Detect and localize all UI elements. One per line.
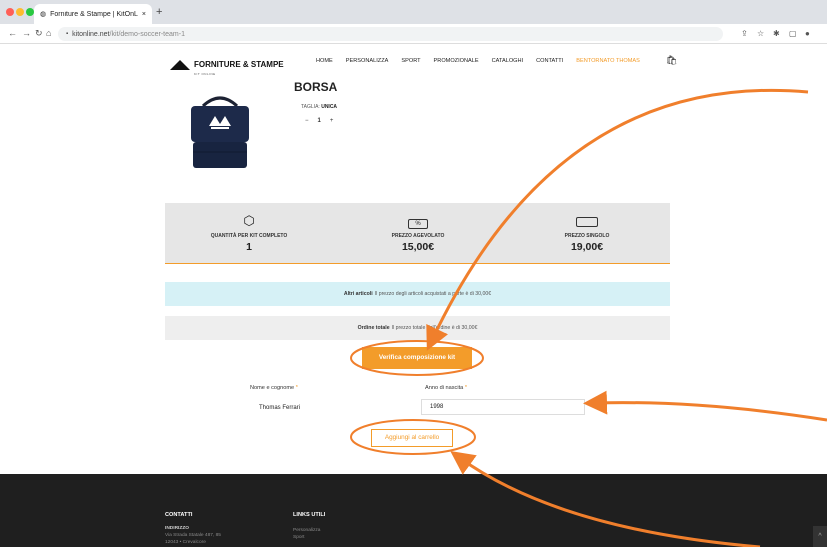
scroll-to-top-button[interactable]: ^ <box>813 526 827 547</box>
box-icon: ⬡ <box>243 213 255 228</box>
name-field[interactable]: Thomas Ferrari <box>250 400 410 416</box>
verify-kit-button[interactable]: Verifica composizione kit <box>362 347 472 369</box>
window-zoom-dot[interactable] <box>26 8 34 16</box>
home-icon[interactable]: ⌂ <box>46 28 51 38</box>
sidebar-icon[interactable]: ▢ <box>789 29 797 38</box>
logo-mountain-icon <box>170 60 190 70</box>
stat-label: PREZZO SINGOLO <box>564 233 610 239</box>
footer-contacts-title: CONTATTI <box>165 512 193 518</box>
lock-icon: ▪ <box>66 31 69 37</box>
globe-icon: ◍ <box>40 11 47 18</box>
url-field[interactable]: ▪ kitonline.net/kit/demo-soccer-team-1 <box>58 27 723 41</box>
stat-label: QUANTITÀ PER KIT COMPLETO <box>210 233 288 239</box>
page-content: FORNITURE & STAMPE KIT ONLINE HOME PERSO… <box>0 44 827 547</box>
reload-icon[interactable]: ↻ <box>35 28 43 39</box>
window-close-dot[interactable] <box>6 8 14 16</box>
stat-single-price: PREZZO SINGOLO 19,00€ <box>527 213 647 253</box>
notice-text: Il prezzo totale dell'ordine è di 30,00€ <box>391 325 478 331</box>
back-icon[interactable]: ← <box>8 28 17 38</box>
new-tab-button[interactable]: + <box>156 6 162 18</box>
birth-year-field[interactable]: 1998 <box>421 399 585 415</box>
tab-title: Forniture & Stampe | KitOnLine <box>50 10 138 18</box>
birth-year-field-label: Anno di nascita * <box>425 385 467 391</box>
name-field-label: Nome e cognome * <box>250 385 298 391</box>
size-label: TAGLIA: <box>301 104 320 110</box>
url-domain: kitonline.net <box>72 30 110 38</box>
stat-label: PREZZO AGEVOLATO <box>391 233 445 239</box>
percent-tag-icon: % <box>358 213 478 231</box>
qty-value: 1 <box>317 118 321 124</box>
footer-link[interactable]: Sport <box>293 535 304 540</box>
bookmark-star-icon[interactable]: ☆ <box>757 29 764 38</box>
product-card: BORSA TAGLIA: UNICA − 1 + <box>165 80 670 200</box>
size-line: TAGLIA: UNICA <box>301 104 337 110</box>
stat-value: 15,00€ <box>401 241 435 253</box>
footer-address: INDIRIZZO Via Strada Statale 487, 85 120… <box>165 526 221 545</box>
site-footer: CONTATTI INDIRIZZO Via Strada Statale 48… <box>0 474 827 547</box>
stat-discount-price: % PREZZO AGEVOLATO 15,00€ <box>358 213 478 253</box>
notice-title: Ordine totale <box>357 325 390 331</box>
kit-stats-panel: ⬡ QUANTITÀ PER KIT COMPLETO 1 % PREZZO A… <box>165 203 670 264</box>
nav-home[interactable]: HOME <box>316 58 333 64</box>
qty-minus-button[interactable]: − <box>305 118 309 124</box>
nav-promozionale[interactable]: PROMOZIONALE <box>434 58 479 64</box>
qty-plus-button[interactable]: + <box>330 118 334 124</box>
footer-links: Personalizza Sport <box>293 527 320 541</box>
product-title: BORSA <box>294 80 338 94</box>
notice-title: Altri articoli <box>343 291 373 297</box>
browser-tab[interactable]: ◍ Forniture & Stampe | KitOnLine × <box>34 4 152 24</box>
address-bar-row: ← → ↻ ⌂ ▪ kitonline.net/kit/demo-soccer-… <box>0 24 827 44</box>
logo-text: FORNITURE & STAMPE <box>194 60 284 69</box>
main-nav: HOME PERSONALIZZA SPORT PROMOZIONALE CAT… <box>316 58 640 64</box>
logo-subtext: KIT ONLINE <box>194 72 216 76</box>
footer-link[interactable]: Personalizza <box>293 528 320 533</box>
browser-tab-bar: ◍ Forniture & Stampe | KitOnLine × + <box>0 0 827 24</box>
profile-icon[interactable]: ● <box>805 29 810 38</box>
order-total-notice: Ordine totale Il prezzo totale dell'ordi… <box>165 316 670 340</box>
add-to-cart-button[interactable]: Aggiungi al carrello <box>371 429 453 447</box>
url-path: /kit/demo-soccer-team-1 <box>109 30 185 38</box>
nav-cataloghi[interactable]: CATALOGHI <box>492 58 524 64</box>
notice-text: Il prezzo degli articoli acquistati a pa… <box>374 291 492 297</box>
window-minimize-dot[interactable] <box>16 8 24 16</box>
forward-icon[interactable]: → <box>22 28 31 38</box>
stat-quantity: ⬡ QUANTITÀ PER KIT COMPLETO 1 <box>189 213 309 253</box>
product-bag-image <box>191 96 249 168</box>
footer-links-title: LINKS UTILI <box>293 512 326 518</box>
shopping-bag-icon[interactable]: 🛍 <box>666 55 677 66</box>
extensions-icon[interactable]: ✱ <box>773 29 780 38</box>
other-items-notice: Altri articoli Il prezzo degli articoli … <box>165 282 670 306</box>
site-logo[interactable]: FORNITURE & STAMPE KIT ONLINE <box>170 54 284 76</box>
stat-value: 1 <box>246 241 252 253</box>
quantity-stepper: − 1 + <box>305 118 333 124</box>
share-icon[interactable]: ⇪ <box>741 29 748 38</box>
tab-close-icon[interactable]: × <box>142 11 146 18</box>
price-tag-icon <box>527 213 647 231</box>
nav-sport[interactable]: SPORT <box>401 58 420 64</box>
nav-contatti[interactable]: CONTATTI <box>536 58 563 64</box>
nav-personalizza[interactable]: PERSONALIZZA <box>346 58 389 64</box>
nav-user-greeting[interactable]: BENTORNATO THOMAS <box>576 58 640 64</box>
stat-value: 19,00€ <box>570 241 604 253</box>
size-value: UNICA <box>321 104 338 110</box>
